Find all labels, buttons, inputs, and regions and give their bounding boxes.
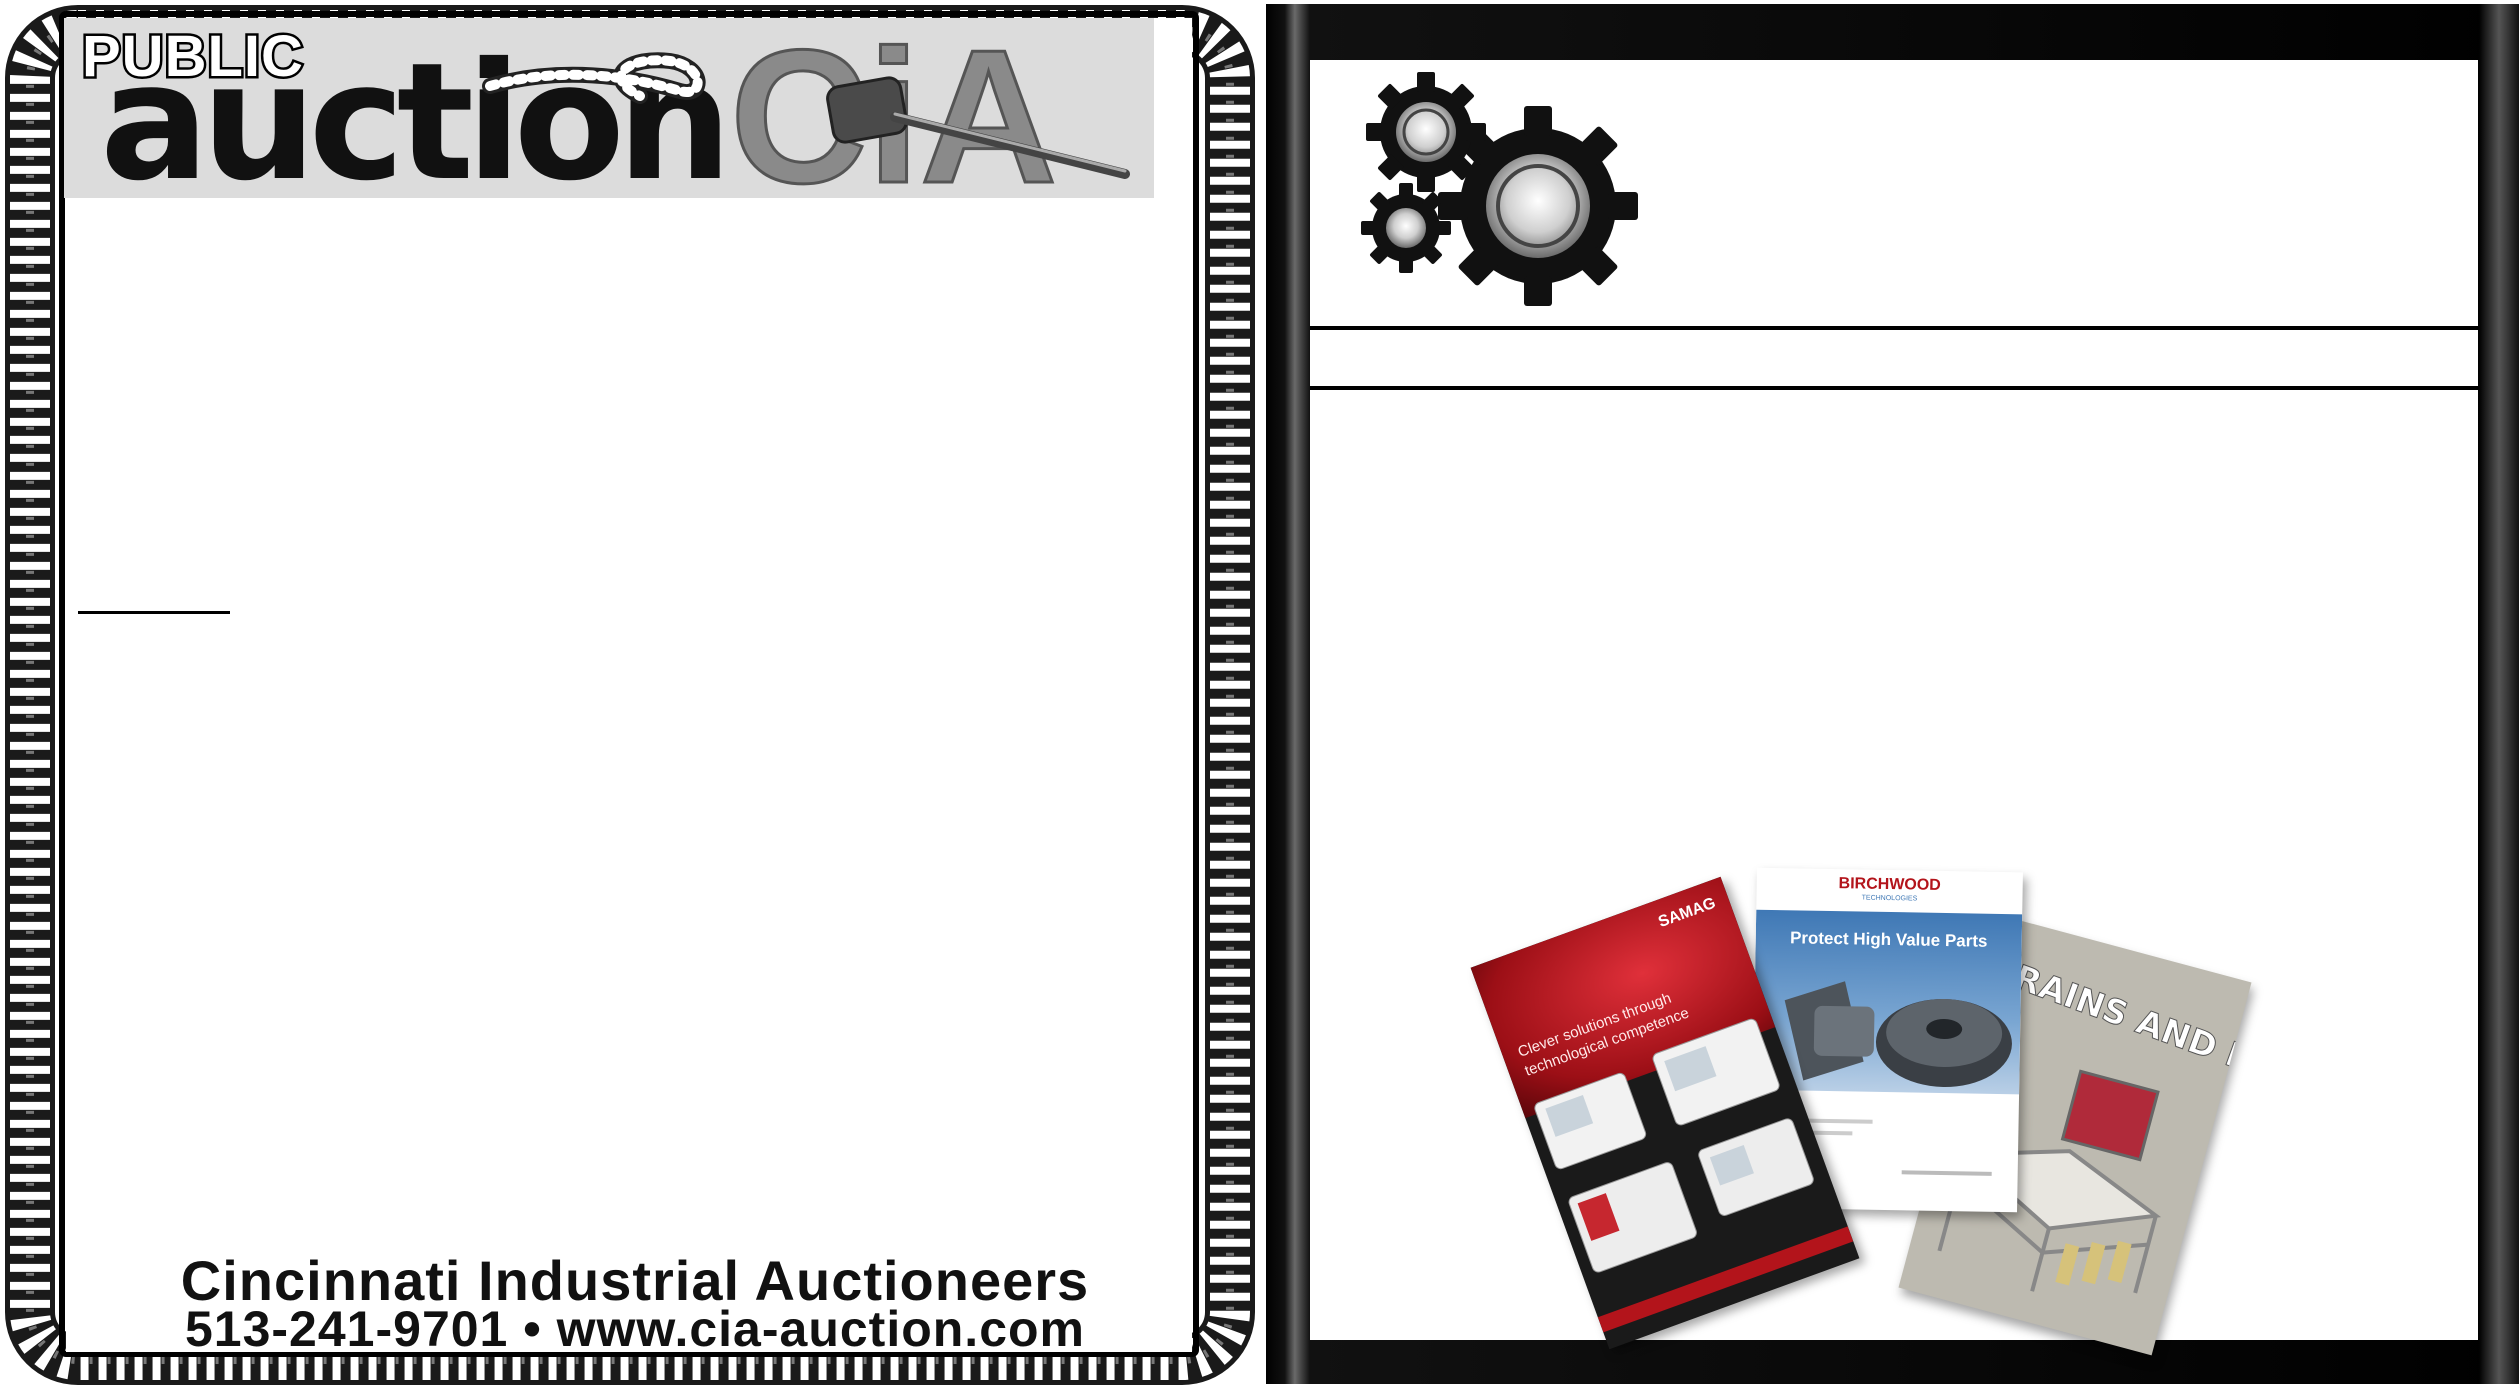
gears-icon [1361, 72, 1638, 306]
cia-logo: CiA [730, 22, 1130, 198]
birchwood-banner: Protect High Value Parts [1753, 909, 2023, 1095]
brochure-collage: BRAINS AND BRAWN BIRCHWOOD TECHNOLOGIES … [1470, 867, 2334, 1356]
rope-loop-icon [482, 52, 706, 104]
birchwood-headline: Protect High Value Parts [1789, 928, 1988, 951]
bevel-gear-illustration [1784, 981, 2012, 1088]
divider-bottom [1310, 386, 2478, 390]
divider-short [78, 611, 230, 614]
gear-panel: BRAINS AND BRAWN BIRCHWOOD TECHNOLOGIES … [1262, 0, 2520, 1386]
divider-top [1310, 326, 2478, 330]
contact-line: 513-241-9701 • www.cia-auction.com [184, 1301, 1085, 1357]
text-line [1901, 1170, 1992, 1176]
auction-ad: auction PUBLIC CiA Cincinnati Industrial… [0, 0, 1262, 1386]
public-wordmark: PUBLIC [80, 24, 306, 89]
